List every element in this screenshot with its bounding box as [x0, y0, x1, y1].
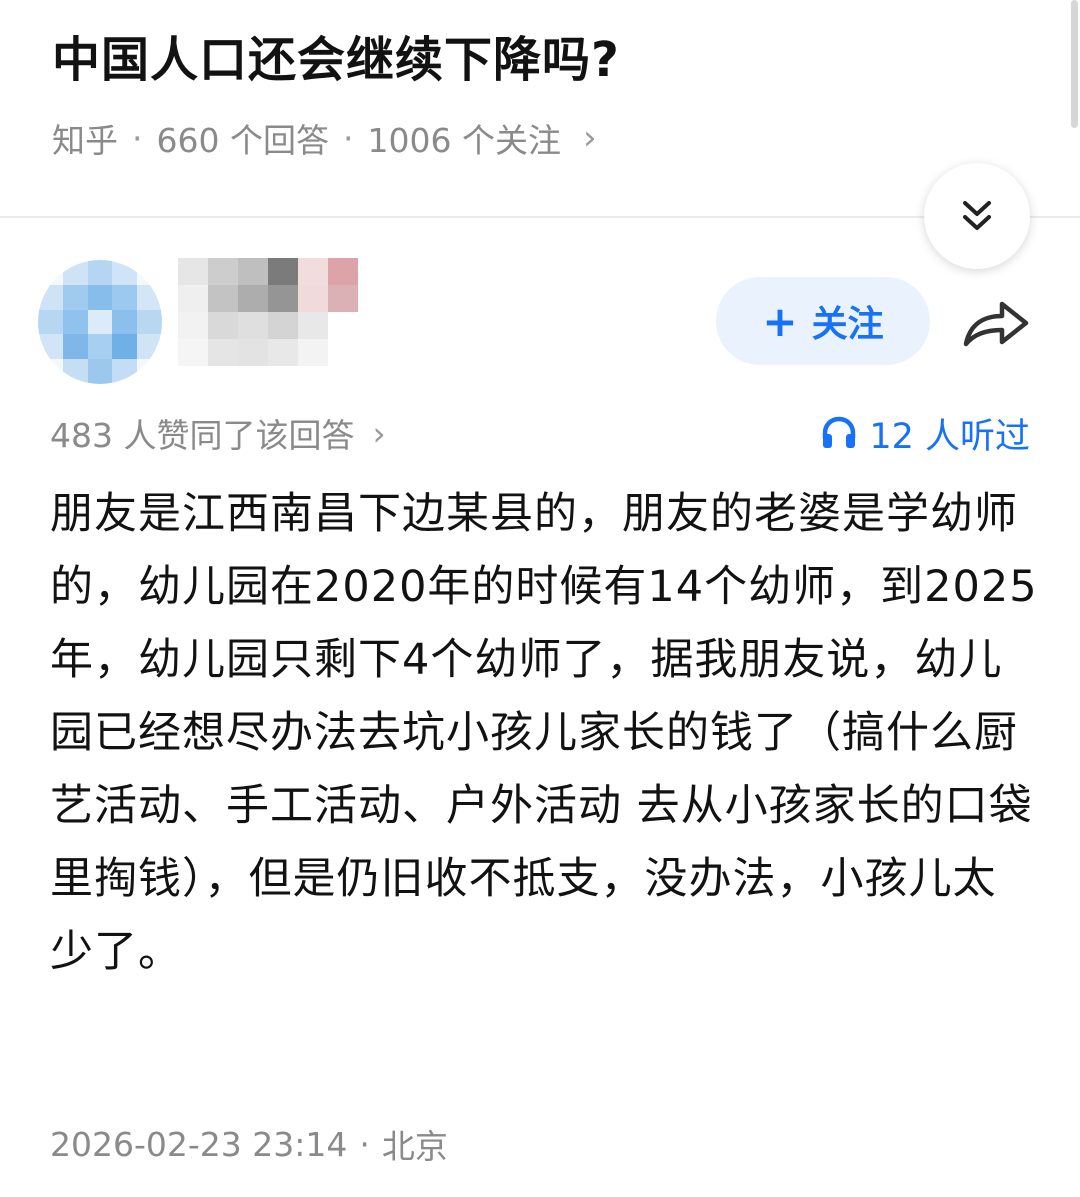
share-arrow-icon [963, 301, 1029, 347]
header-divider [0, 216, 1080, 218]
question-meta[interactable]: 知乎 · 660 个回答 · 1006 个关注 › [52, 112, 597, 164]
answer-page: 中国人口还会继续下降吗? 知乎 · 660 个回答 · 1006 个关注 › +… [0, 0, 1080, 1197]
author-avatar[interactable] [38, 260, 162, 384]
listen-text: 12 人听过 [869, 416, 1030, 457]
plus-icon: + [762, 296, 798, 346]
chevron-right-icon: › [372, 413, 386, 453]
listen-count[interactable]: 12 人听过 [821, 408, 1030, 458]
answer-footer: 2026-02-23 23:14 · 北京 [50, 1118, 448, 1170]
collapse-button[interactable] [924, 163, 1030, 269]
source-label: 知乎 [52, 121, 118, 160]
footer-separator: · [359, 1124, 370, 1164]
answer-body: 朋友是江西南昌下边某县的，朋友的老婆是学幼师的，幼儿园在2020年的时候有14个… [50, 489, 1038, 977]
meta-separator: · [132, 118, 143, 158]
answer-location: 北京 [381, 1127, 448, 1166]
scrollbar-thumb[interactable] [1071, 0, 1078, 128]
upvotes-text: 483 人赞同了该回答 [50, 416, 355, 455]
answer-timestamp: 2026-02-23 23:14 [50, 1124, 348, 1164]
answers-count: 660 个回答 [156, 121, 329, 160]
headphones-icon [823, 416, 856, 448]
upvotes-summary[interactable]: 483 人赞同了该回答 › [50, 408, 386, 458]
share-button[interactable] [960, 292, 1032, 352]
meta-separator: · [342, 118, 354, 158]
follow-button[interactable]: + 关注 [716, 277, 930, 365]
follow-label: 关注 [811, 304, 884, 345]
question-title[interactable]: 中国人口还会继续下降吗? [52, 28, 620, 92]
followers-count: 1006 个关注 [367, 121, 561, 160]
author-name-redacted[interactable] [178, 258, 358, 368]
chevron-right-icon: › [582, 118, 597, 158]
collapse-double-chevron-icon [963, 201, 991, 230]
